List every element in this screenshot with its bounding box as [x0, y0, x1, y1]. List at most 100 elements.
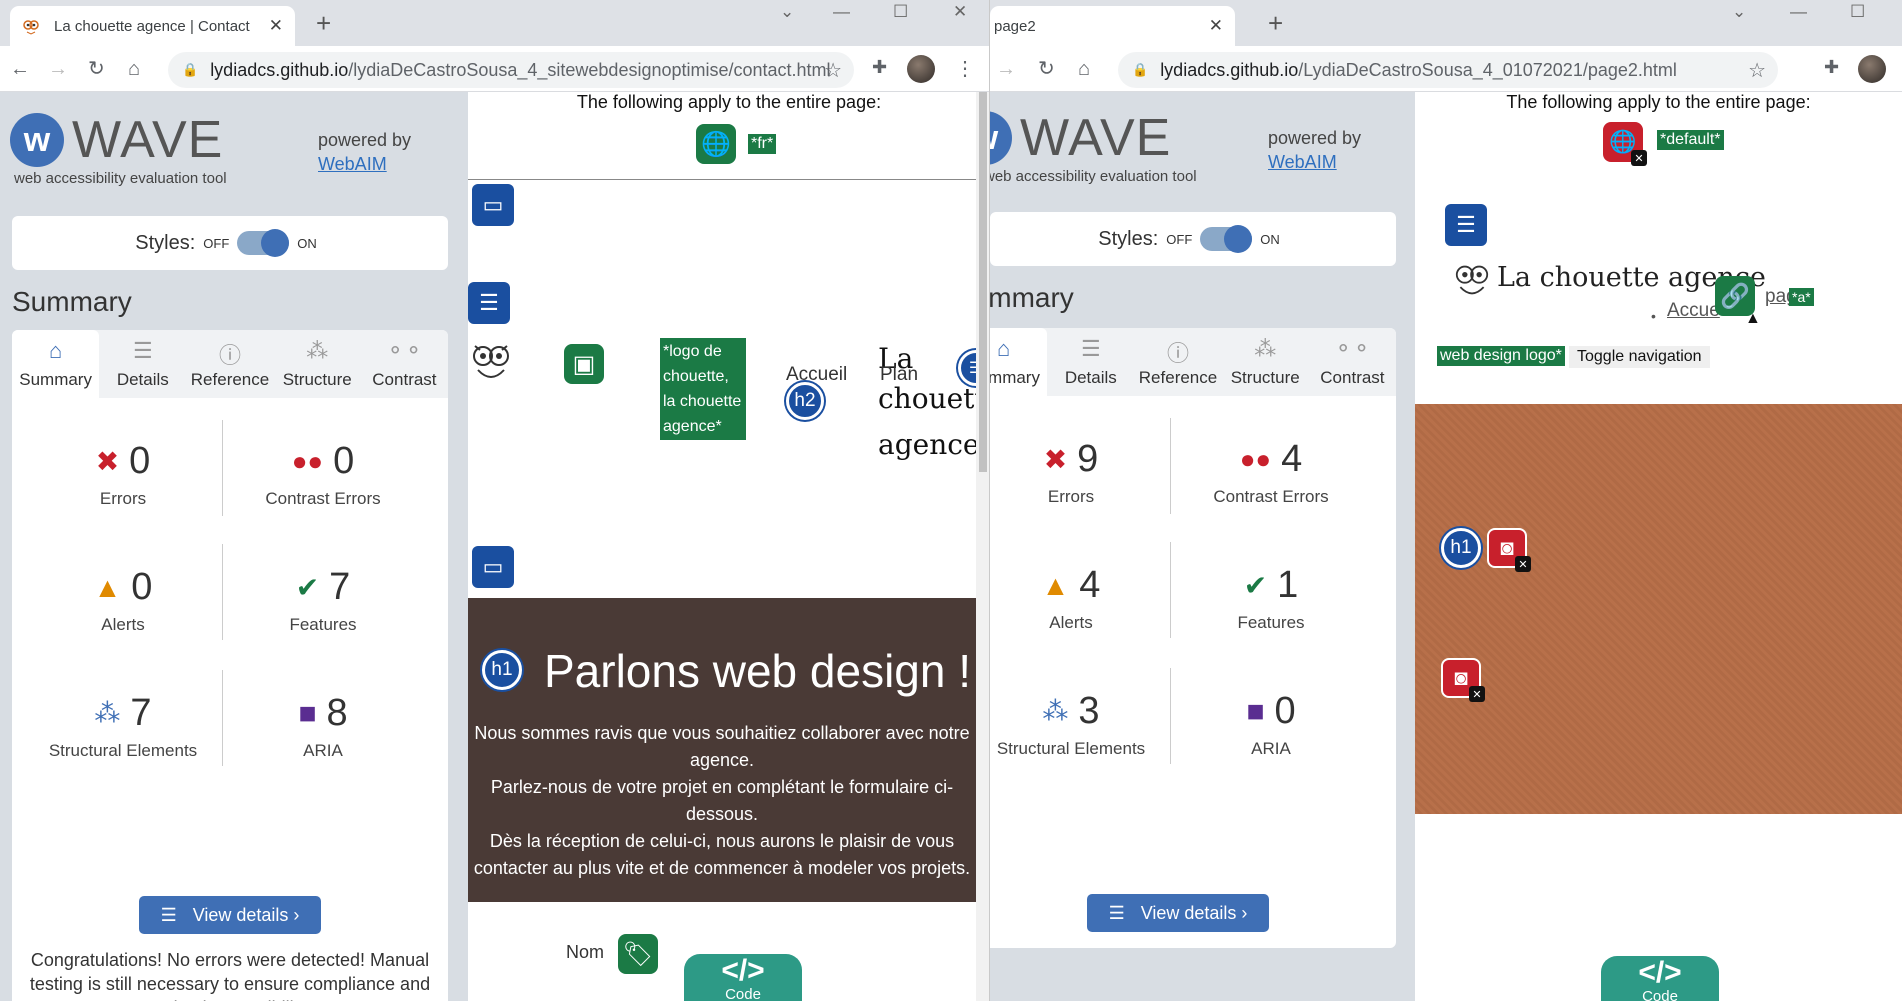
view-details-button[interactable]: ☰ View details › [139, 896, 321, 934]
tab-details[interactable]: ☰ Details [1047, 328, 1134, 396]
new-tab-icon[interactable]: + [316, 10, 331, 36]
stat-contrast-errors[interactable]: ●● 0 Contrast Errors [224, 440, 422, 509]
view-details-button[interactable]: ☰ View details › [1087, 894, 1269, 932]
tab-details[interactable]: ☰ Details [99, 330, 186, 398]
tab-search-icon[interactable]: ⌄ [1732, 2, 1746, 22]
forward-icon[interactable]: → [48, 57, 68, 81]
tab-bar: page2 ✕ + ⌄ — ☐ [990, 0, 1902, 46]
stat-value: 4 [1079, 564, 1101, 606]
tab-structure[interactable]: ⁂ Structure [274, 330, 361, 398]
tab-summary[interactable]: ⌂ Summary [12, 330, 100, 398]
nav-accueil-link[interactable]: Accue [1667, 300, 1720, 322]
h1-heading-icon[interactable]: h1 [1441, 528, 1481, 568]
omnibox[interactable]: 🔒 lydiadcs.github.io /LydiaDeCastroSousa… [1118, 52, 1778, 88]
tab-contrast[interactable]: ⚬⚬ Contrast [361, 330, 448, 398]
stat-contrast-errors[interactable]: ●● 4 Contrast Errors [1172, 438, 1370, 507]
list-icon: ☰ [132, 338, 153, 363]
stat-structural[interactable]: ⁂ 3 Structural Elements [990, 690, 1170, 759]
image-alt-icon[interactable]: ▣ [564, 344, 604, 384]
browser-tab-contact[interactable]: La chouette agence | Contact ✕ [10, 6, 295, 46]
avatar[interactable] [1858, 55, 1886, 83]
reload-icon[interactable]: ↻ [1038, 57, 1055, 81]
webaim-link[interactable]: WebAIM [318, 152, 411, 176]
tab-structure[interactable]: ⁂ Structure [1222, 328, 1309, 396]
form-label-tag-icon[interactable]: 🏷 [618, 934, 658, 974]
main-region-icon[interactable]: ▭ [472, 546, 514, 588]
stat-aria[interactable]: ■ 0 ARIA [1172, 690, 1370, 759]
h2-heading-icon[interactable]: h2 [786, 382, 824, 420]
avatar[interactable] [907, 55, 935, 83]
tab-contrast[interactable]: ⚬⚬ Contrast [1309, 328, 1396, 396]
maximize-icon[interactable]: ☐ [1850, 2, 1865, 22]
stat-label: Alerts [1049, 613, 1093, 632]
alert-icon: ▲ [93, 571, 122, 603]
brand-chouette: chouette [878, 382, 989, 415]
stat-value: 7 [329, 566, 351, 608]
tab-label: Reference [1138, 368, 1218, 387]
stat-label: ARIA [1251, 739, 1291, 758]
wave-title: WAVE [1020, 109, 1172, 167]
toggle-navigation-button[interactable]: Toggle navigation [1569, 346, 1710, 368]
back-icon[interactable]: ← [10, 57, 30, 81]
stat-label: Errors [1047, 487, 1095, 506]
navigation-icon[interactable]: ☰ [468, 282, 510, 324]
hero-paragraph: Nous sommes ravis que vous souhaitiez co… [468, 720, 976, 882]
stat-errors[interactable]: ✖ 0 Errors [24, 440, 222, 509]
scrollbar[interactable] [976, 92, 989, 1001]
url-host: lydiadcs.github.io [210, 59, 349, 80]
tab-summary[interactable]: ⌂ Summary [990, 328, 1048, 396]
extensions-icon[interactable]: ✚ [872, 57, 887, 78]
tab-search-icon[interactable]: ⌄ [780, 2, 794, 22]
styles-toggle[interactable] [1200, 225, 1253, 253]
code-toggle-button[interactable]: </> Code [684, 954, 802, 1001]
home-icon[interactable]: ⌂ [128, 57, 140, 81]
address-toolbar: ← → ↻ ⌂ 🔒 lydiadcs.github.io /lydiaDeCas… [0, 46, 989, 92]
tab-title: La chouette agence | Contact [54, 17, 250, 35]
stat-structural[interactable]: ⁂ 7 Structural Elements [24, 692, 222, 761]
tab-reference[interactable]: ⓘ Reference [186, 330, 273, 398]
scrollbar-thumb[interactable] [979, 92, 987, 472]
close-window-icon[interactable]: ✕ [953, 2, 967, 22]
page-wide-header: The following apply to the entire page: [1415, 92, 1902, 113]
language-globe-icon[interactable]: 🌐 [696, 124, 736, 164]
stat-aria[interactable]: ■ 8 ARIA [224, 692, 422, 761]
stat-alerts[interactable]: ▲ 0 Alerts [24, 566, 222, 635]
stat-label: Features [1237, 613, 1305, 632]
feature-check-icon: ✔ [295, 572, 320, 603]
browser-menu-icon[interactable]: ⋮ [955, 56, 975, 81]
info-icon: ⓘ [219, 343, 242, 368]
browser-window-right: page2 ✕ + ⌄ — ☐ → ↻ ⌂ 🔒 lydiadcs.github.… [990, 0, 1902, 1001]
minimize-icon[interactable]: — [833, 2, 850, 22]
wave-logo: w WAVE [990, 108, 1171, 168]
browser-tab-page2[interactable]: page2 ✕ [990, 6, 1235, 46]
wave-tabs: ⌂Summary ☰Details ⓘReference ⁂Structure … [990, 328, 1396, 396]
new-tab-icon[interactable]: + [1268, 10, 1283, 36]
stat-alerts[interactable]: ▲ 4 Alerts [990, 564, 1170, 633]
header-region-icon[interactable]: ▭ [472, 184, 514, 226]
bookmark-star-icon[interactable]: ☆ [1748, 58, 1766, 83]
forward-icon[interactable]: → [996, 57, 1016, 81]
bookmark-star-icon[interactable]: ☆ [824, 58, 842, 83]
styles-toggle[interactable] [237, 229, 290, 257]
stat-errors[interactable]: ✖ 9 Errors [990, 438, 1170, 507]
tab-reference[interactable]: ⓘ Reference [1134, 328, 1221, 396]
nav-accueil-link[interactable]: Accueil [786, 364, 847, 386]
h1-heading-icon[interactable]: h1 [482, 650, 522, 690]
maximize-icon[interactable]: ☐ [893, 2, 908, 22]
header-region-icon[interactable]: ☰ [1445, 204, 1487, 246]
home-icon[interactable]: ⌂ [1078, 57, 1090, 81]
owl-favicon-icon [22, 17, 40, 35]
reload-icon[interactable]: ↻ [88, 57, 105, 81]
h1-label: h1 [1450, 537, 1472, 558]
tab-label: Details [1064, 368, 1117, 387]
close-tab-icon[interactable]: ✕ [1209, 16, 1223, 36]
omnibox[interactable]: 🔒 lydiadcs.github.io /lydiaDeCastroSousa… [168, 52, 854, 88]
webaim-link[interactable]: WebAIM [1268, 150, 1361, 174]
stat-features[interactable]: ✔ 1 Features [1172, 564, 1370, 633]
extensions-icon[interactable]: ✚ [1824, 57, 1839, 78]
browser-window-left: La chouette agence | Contact ✕ + ⌄ — ☐ ✕… [0, 0, 990, 1001]
minimize-icon[interactable]: — [1790, 2, 1807, 22]
close-tab-icon[interactable]: ✕ [269, 16, 283, 36]
stat-features[interactable]: ✔ 7 Features [224, 566, 422, 635]
code-toggle-button[interactable]: </> Code [1601, 956, 1719, 1001]
